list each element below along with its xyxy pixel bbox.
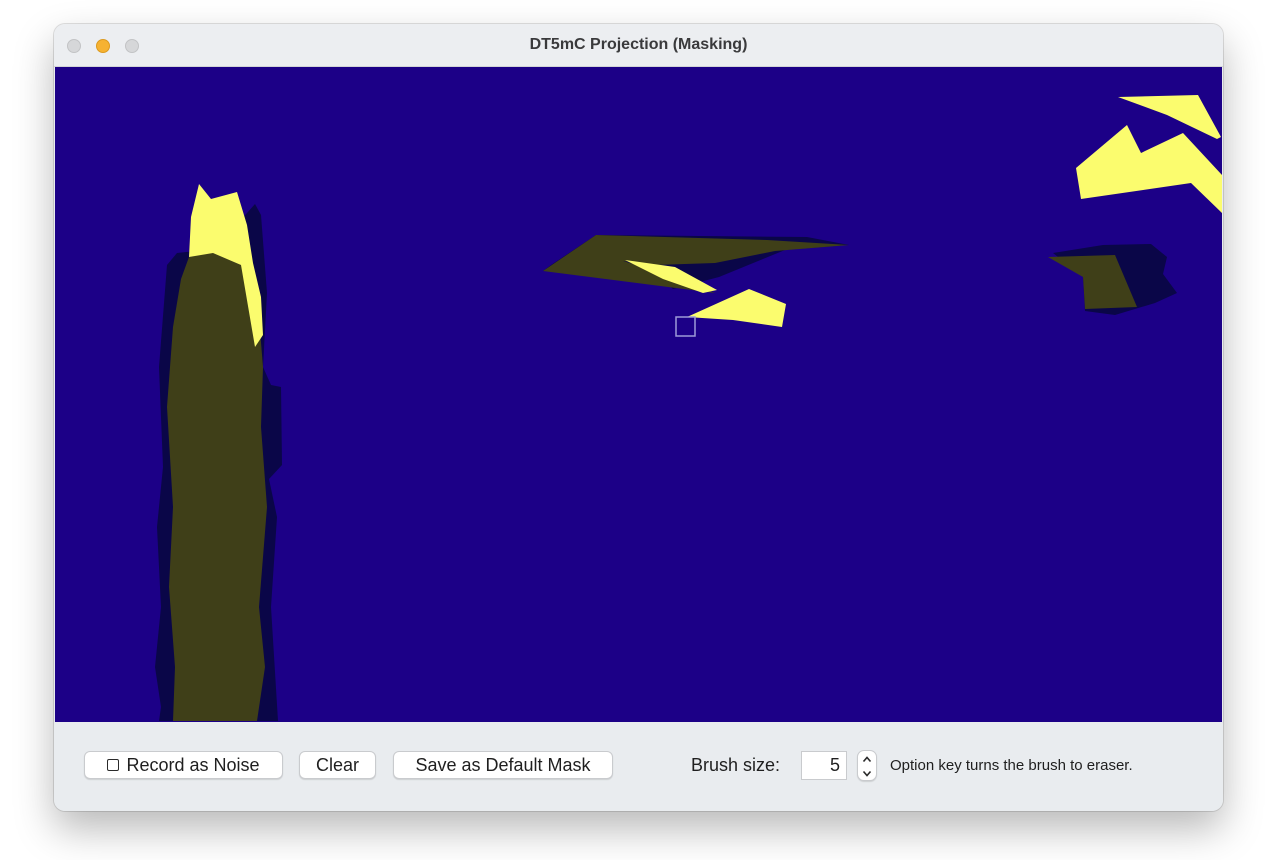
brush-size-label: Brush size:: [691, 755, 781, 775]
brush-size-input[interactable]: [801, 751, 847, 780]
top-right-shard-small: [1118, 95, 1221, 139]
stepper-up-icon[interactable]: [858, 752, 876, 766]
masking-window: DT5mC Projection (Masking) Record as Noi…: [54, 24, 1223, 811]
save-default-mask-label: Save as Default Mask: [415, 754, 591, 775]
top-right-shard-large: [1076, 125, 1222, 213]
stepper-down-icon[interactable]: [858, 766, 876, 780]
noise-checkbox-icon[interactable]: [107, 759, 120, 771]
save-default-mask-button[interactable]: Save as Default Mask: [393, 751, 613, 779]
brush-cursor-icon: [675, 316, 696, 337]
record-as-noise-label: Record as Noise: [126, 754, 260, 775]
mask-canvas[interactable]: [55, 67, 1222, 722]
mask-drawing: [155, 95, 1222, 721]
title-bar: DT5mC Projection (Masking): [54, 24, 1223, 67]
clear-button[interactable]: Clear: [299, 751, 376, 779]
eraser-hint-text: Option key turns the brush to eraser.: [890, 757, 1133, 774]
center-triangle-highlight: [687, 289, 786, 327]
bottom-toolbar: Record as Noise Clear Save as Default Ma…: [54, 722, 1223, 811]
clear-label: Clear: [315, 754, 359, 775]
record-as-noise-toggle[interactable]: Record as Noise: [84, 751, 283, 779]
window-title: DT5mC Projection (Masking): [529, 36, 748, 53]
brush-size-stepper[interactable]: [857, 750, 877, 781]
